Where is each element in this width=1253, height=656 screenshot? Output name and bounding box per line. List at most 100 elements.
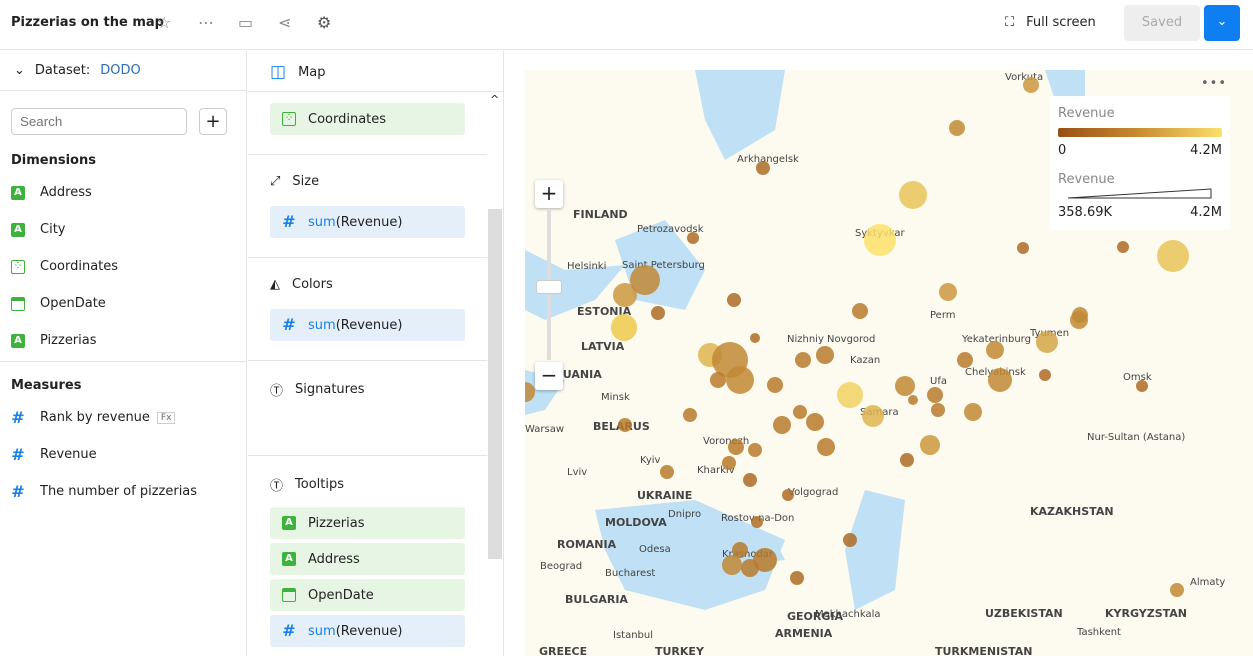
- pizzeria-marker[interactable]: [1170, 583, 1184, 597]
- field-address[interactable]: A Address: [11, 185, 92, 200]
- pizzeria-marker[interactable]: [862, 405, 884, 427]
- tooltip-chip-opendate[interactable]: OpenDate: [270, 579, 465, 611]
- pizzeria-marker[interactable]: [687, 232, 699, 244]
- chart-type-selector[interactable]: ◫ Map: [270, 62, 326, 82]
- pizzeria-marker[interactable]: [1157, 240, 1189, 272]
- map-label: Istanbul: [613, 630, 653, 641]
- pizzeria-marker[interactable]: [899, 181, 927, 209]
- field-pizzerias[interactable]: A Pizzerias: [11, 333, 97, 348]
- zoom-in-button[interactable]: +: [535, 180, 563, 208]
- pizzeria-marker[interactable]: [767, 377, 783, 393]
- pizzeria-marker[interactable]: [806, 413, 824, 431]
- field-coordinates[interactable]: ⁘ Coordinates: [11, 259, 118, 274]
- pizzeria-marker[interactable]: [1070, 311, 1088, 329]
- chip-label: Pizzerias: [308, 515, 365, 531]
- star-icon[interactable]: ☆: [157, 13, 171, 32]
- pizzeria-marker[interactable]: [710, 372, 726, 388]
- pizzeria-marker[interactable]: [852, 303, 868, 319]
- map-label: Ufa: [930, 376, 947, 387]
- fullscreen-icon: ⛶: [1005, 15, 1015, 30]
- colors-chip[interactable]: # sum(Revenue): [270, 309, 465, 341]
- zoom-handle[interactable]: [536, 280, 562, 294]
- pizzeria-marker[interactable]: [793, 405, 807, 419]
- pizzeria-marker[interactable]: [743, 473, 757, 487]
- gear-icon[interactable]: ⚙: [317, 13, 331, 32]
- pizzeria-marker[interactable]: [683, 408, 697, 422]
- tooltip-chip-pizzerias[interactable]: A Pizzerias: [270, 507, 465, 539]
- tooltip-chip-address[interactable]: A Address: [270, 543, 465, 575]
- fullscreen-button[interactable]: ⛶ Full screen: [1005, 15, 1096, 30]
- pizzeria-marker[interactable]: [864, 224, 896, 256]
- more-icon[interactable]: ⋯: [198, 13, 214, 32]
- pizzeria-marker[interactable]: [660, 465, 674, 479]
- pizzeria-marker[interactable]: [1036, 331, 1058, 353]
- zoom-out-button[interactable]: −: [535, 362, 563, 390]
- collapse-icon[interactable]: ^: [490, 93, 499, 106]
- save-options-button[interactable]: ⌄: [1204, 5, 1240, 41]
- pizzeria-marker[interactable]: [748, 443, 762, 457]
- pizzeria-marker[interactable]: [722, 555, 742, 575]
- dataset-name[interactable]: DODO: [100, 63, 141, 78]
- pizzeria-marker[interactable]: [795, 352, 811, 368]
- pizzeria-marker[interactable]: [651, 306, 665, 320]
- field-revenue[interactable]: # Revenue: [11, 446, 96, 462]
- pizzeria-marker[interactable]: [900, 453, 914, 467]
- pizzeria-marker[interactable]: [986, 341, 1004, 359]
- header: Pizzerias on the map ☆ ⋯ ▭ ⋖ ⚙ ⛶ Full scr…: [0, 0, 1253, 50]
- search-input[interactable]: [11, 108, 187, 135]
- field-city[interactable]: A City: [11, 222, 65, 237]
- pizzeria-marker[interactable]: [957, 352, 973, 368]
- pizzeria-marker[interactable]: [939, 283, 957, 301]
- pizzeria-marker[interactable]: [773, 416, 791, 434]
- saved-button[interactable]: Saved: [1124, 5, 1200, 41]
- folder-icon[interactable]: ▭: [238, 13, 253, 32]
- pizzeria-marker[interactable]: [722, 456, 736, 470]
- pizzeria-marker[interactable]: [837, 382, 863, 408]
- pizzeria-marker[interactable]: [751, 516, 763, 528]
- coordinates-chip[interactable]: ⁘ Coordinates: [270, 103, 465, 135]
- pizzeria-marker[interactable]: [750, 333, 760, 343]
- pizzeria-marker[interactable]: [949, 120, 965, 136]
- scrollbar[interactable]: [488, 209, 502, 559]
- pizzeria-marker[interactable]: [728, 439, 744, 455]
- tooltip-chip-revenue[interactable]: # sum(Revenue): [270, 615, 465, 647]
- pizzeria-marker[interactable]: [931, 403, 945, 417]
- pizzeria-marker[interactable]: [790, 571, 804, 585]
- pizzeria-marker[interactable]: [1023, 77, 1039, 93]
- dataset-selector[interactable]: ⌄ Dataset: DODO: [0, 51, 246, 91]
- field-rank-by-revenue[interactable]: # Rank by revenue Fx: [11, 407, 176, 427]
- pizzeria-marker[interactable]: [817, 438, 835, 456]
- field-opendate[interactable]: OpenDate: [11, 296, 106, 311]
- pizzeria-marker[interactable]: [843, 533, 857, 547]
- pizzeria-marker[interactable]: [1136, 380, 1148, 392]
- pizzeria-marker[interactable]: [611, 314, 637, 340]
- divider: [0, 361, 247, 362]
- signatures-section[interactable]: Ⓣ Signatures: [270, 380, 365, 399]
- share-icon[interactable]: ⋖: [278, 13, 291, 32]
- pizzeria-marker[interactable]: [895, 376, 915, 396]
- field-number-of-pizzerias[interactable]: # The number of pizzerias: [11, 483, 197, 499]
- number-icon: #: [11, 407, 25, 427]
- zoom-slider[interactable]: [536, 210, 562, 360]
- map-menu-icon[interactable]: •••: [1201, 76, 1227, 91]
- pizzeria-marker[interactable]: [927, 387, 943, 403]
- pizzeria-marker[interactable]: [727, 293, 741, 307]
- pizzeria-marker[interactable]: [964, 403, 982, 421]
- pizzeria-marker[interactable]: [920, 435, 940, 455]
- pizzeria-marker[interactable]: [756, 161, 770, 175]
- size-chip[interactable]: # sum(Revenue): [270, 206, 465, 238]
- pizzeria-marker[interactable]: [908, 395, 918, 405]
- tooltips-section[interactable]: Ⓣ Tooltips: [270, 475, 344, 494]
- pizzeria-marker[interactable]: [816, 346, 834, 364]
- pizzeria-marker[interactable]: [630, 265, 660, 295]
- add-field-button[interactable]: +: [199, 108, 227, 135]
- map-label: UKRAINE: [637, 489, 692, 502]
- pizzeria-marker[interactable]: [1117, 241, 1129, 253]
- pizzeria-marker[interactable]: [1039, 369, 1051, 381]
- pizzeria-marker[interactable]: [1017, 242, 1029, 254]
- pizzeria-marker[interactable]: [782, 489, 794, 501]
- pizzeria-marker[interactable]: [726, 366, 754, 394]
- pizzeria-marker[interactable]: [988, 368, 1012, 392]
- pizzeria-marker[interactable]: [618, 418, 632, 432]
- pizzeria-marker[interactable]: [741, 559, 759, 577]
